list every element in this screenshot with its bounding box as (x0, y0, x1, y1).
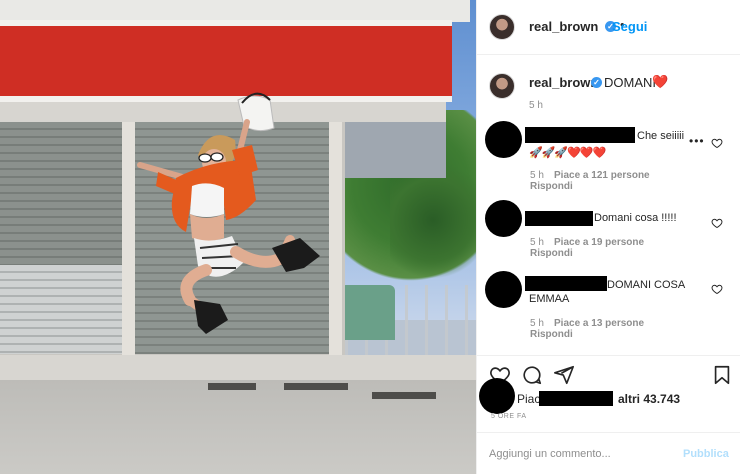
comment-time: 5 h (530, 170, 544, 181)
commenter-avatar[interactable] (485, 271, 522, 308)
comment-text: Domani cosa !!!!! (594, 212, 677, 224)
comment-likes[interactable]: Piace a 13 persone (554, 318, 644, 329)
author-username[interactable]: real_brown (529, 19, 598, 34)
like-comment-icon[interactable] (711, 283, 723, 295)
publish-button[interactable]: Pubblica (683, 448, 729, 460)
caption-time: 5 h (529, 100, 543, 111)
comment-icon[interactable] (521, 364, 543, 386)
comment-text: DOMANI COSA (607, 279, 686, 291)
post-photo[interactable] (0, 0, 476, 474)
redacted-username (525, 276, 607, 291)
caption-username[interactable]: real_brown (529, 75, 598, 90)
post-time: 5 ORE FA (491, 413, 527, 420)
redacted-username (525, 211, 593, 226)
post-header: real_brown ✓ • Segui (477, 0, 740, 55)
more-options-icon[interactable]: ••• (689, 134, 705, 148)
caption-avatar[interactable] (489, 73, 515, 99)
comment-emoji: 🚀🚀🚀❤️❤️❤️ (529, 147, 606, 159)
bookmark-icon[interactable] (711, 364, 733, 386)
comment-likes[interactable]: Piace a 19 persone (554, 237, 644, 248)
reply-button[interactable]: Rispondi (530, 248, 573, 259)
comment-time: 5 h (530, 237, 544, 248)
comment-text-line2: EMMAA (529, 293, 570, 305)
share-icon[interactable] (553, 364, 575, 386)
comment-text: Che seiiiii (637, 130, 685, 142)
like-comment-icon[interactable] (711, 137, 723, 149)
likes-count[interactable]: altri 43.743 (618, 392, 680, 406)
caption-text: DOMANI (604, 75, 656, 90)
liker-avatar[interactable] (479, 378, 515, 414)
heart-emoji-icon: ❤️ (652, 74, 669, 89)
redacted-liker (539, 391, 613, 406)
commenter-avatar[interactable] (485, 121, 522, 158)
comment-time: 5 h (530, 318, 544, 329)
reply-button[interactable]: Rispondi (530, 329, 573, 340)
comment-likes[interactable]: Piace a 121 persone (554, 170, 650, 181)
reply-button[interactable]: Rispondi (530, 181, 573, 192)
add-comment-bar: Pubblica (477, 432, 740, 475)
redacted-username (525, 127, 635, 143)
like-comment-icon[interactable] (711, 217, 723, 229)
follow-button[interactable]: Segui (612, 19, 647, 34)
commenter-avatar[interactable] (485, 200, 522, 237)
jumping-person (137, 92, 320, 334)
comment-input[interactable] (489, 445, 669, 463)
likes-prefix: Piac (517, 392, 541, 406)
verified-icon: ✓ (591, 77, 602, 88)
post-side-panel: real_brown ✓ • Segui real_brown ✓ DOMANI… (476, 0, 740, 474)
action-bar (477, 355, 740, 396)
author-avatar[interactable] (489, 14, 515, 40)
